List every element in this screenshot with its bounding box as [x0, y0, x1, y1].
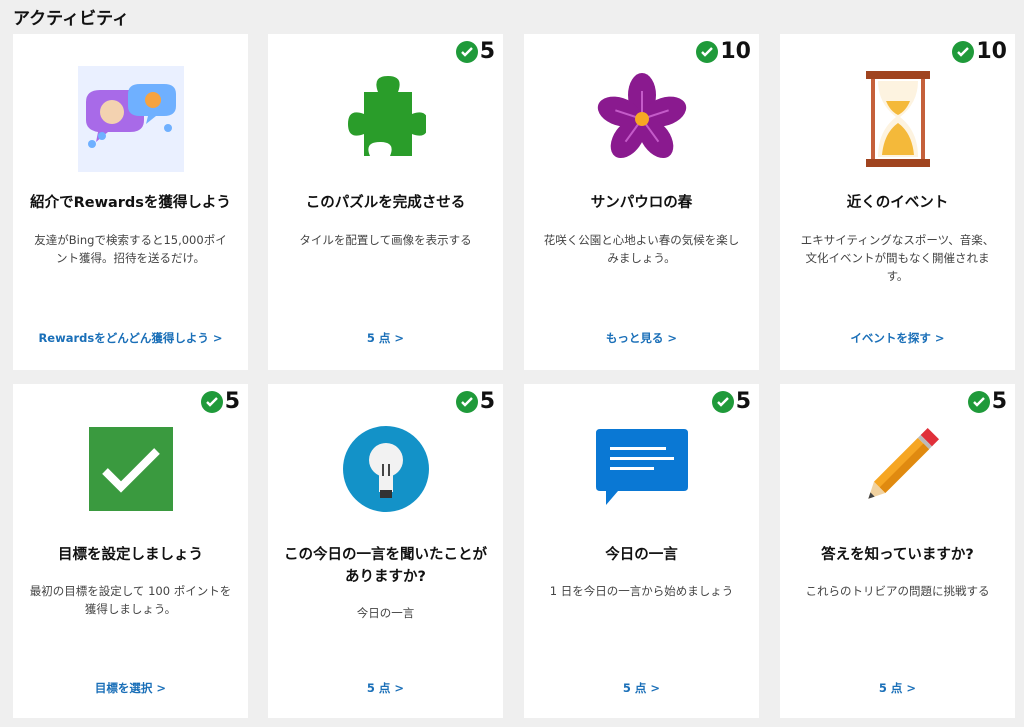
card-link[interactable]: 目標を選択 > — [13, 680, 248, 696]
activity-card-word-quiz[interactable]: 5 この今日の一言を聞いたことがありますか? 今日の一言 5 点 > — [268, 384, 503, 718]
activity-card-goal[interactable]: 5 目標を設定しましょう 最初の目標を設定して 100 ポイントを獲得しましょう… — [13, 384, 248, 718]
card-link[interactable]: 5 点 > — [780, 680, 1015, 696]
activity-card-sao-paulo[interactable]: 10 サンパウロの春 花咲く公園と心地よい春の気候を楽しみましょう。 もっと見る… — [524, 34, 759, 370]
check-circle-icon — [455, 391, 478, 413]
lightbulb-icon — [268, 414, 503, 524]
card-title: 紹介でRewardsを獲得しよう — [30, 195, 231, 211]
points-badge: 10 — [696, 40, 751, 64]
card-description: 最初の目標を設定して 100 ポイントを獲得しましょう。 — [29, 584, 232, 616]
card-title: 目標を設定しましょう — [58, 547, 203, 563]
points-badge: 5 — [200, 389, 240, 414]
card-link[interactable]: 5 点 > — [524, 680, 759, 696]
card-link[interactable]: イベントを探す > — [780, 330, 1015, 346]
badge-points: 5 — [991, 389, 1007, 414]
check-circle-icon — [711, 391, 734, 413]
card-description: これらのトリビアの問題に挑戦する — [805, 584, 990, 598]
badge-points: 5 — [479, 389, 495, 414]
page-title: アクティビティ — [13, 9, 130, 29]
card-title: 近くのイベント — [846, 195, 949, 211]
checkbox-icon — [13, 414, 248, 524]
points-badge: 5 — [455, 389, 495, 414]
activity-card-events[interactable]: 10 近くのイベント エキサイティングなスポーツ、音楽、文化イベントが間もなく開… — [780, 34, 1015, 370]
hourglass-icon — [780, 64, 1015, 174]
check-circle-icon — [952, 41, 975, 63]
card-link[interactable]: Rewardsをどんどん獲得しよう > — [13, 330, 248, 346]
activity-card-word-of-day[interactable]: 5 今日の一言 1 日を今日の一言から始めましょう 5 点 > — [524, 384, 759, 718]
card-link[interactable]: 5 点 > — [268, 680, 503, 696]
card-description: タイルを配置して画像を表示する — [299, 233, 472, 247]
check-circle-icon — [967, 391, 990, 413]
card-description: 友達がBingで検索すると15,000ポイント獲得。招待を送るだけ。 — [34, 233, 227, 265]
card-description: 今日の一言 — [356, 606, 415, 620]
activity-card-trivia[interactable]: 5 答えを知っていますか? これらのトリビアの問題に挑戦する 5 点 > — [780, 384, 1015, 718]
badge-points: 10 — [720, 39, 751, 64]
badge-points: 10 — [976, 39, 1007, 64]
check-circle-icon — [696, 41, 719, 63]
points-badge: 5 — [967, 389, 1007, 414]
card-title: 答えを知っていますか? — [821, 547, 974, 563]
activity-card-puzzle[interactable]: 5 このパズルを完成させる タイルを配置して画像を表示する 5 点 > — [268, 34, 503, 370]
badge-points: 5 — [479, 39, 495, 64]
card-description: 1 日を今日の一言から始めましょう — [549, 584, 734, 598]
check-circle-icon — [200, 391, 223, 413]
activity-card-referral[interactable]: 紹介でRewardsを獲得しよう 友達がBingで検索すると15,000ポイント… — [13, 34, 248, 370]
card-title: サンパウロの春 — [590, 195, 693, 211]
check-circle-icon — [455, 41, 478, 63]
chat-bubbles-illustration — [13, 64, 248, 174]
card-title: このパズルを完成させる — [305, 195, 466, 211]
card-link[interactable]: 5 点 > — [268, 330, 503, 346]
card-description: 花咲く公園と心地よい春の気候を楽しみましょう。 — [543, 233, 740, 265]
badge-points: 5 — [224, 389, 240, 414]
message-icon — [524, 414, 759, 524]
card-title: 今日の一言 — [605, 547, 678, 563]
card-title: この今日の一言を聞いたことがありますか? — [284, 547, 487, 585]
card-link[interactable]: もっと見る > — [524, 330, 759, 346]
pencil-icon — [780, 414, 1015, 524]
puzzle-piece-icon — [268, 64, 503, 174]
badge-points: 5 — [735, 389, 751, 414]
flower-icon — [524, 64, 759, 174]
points-badge: 5 — [455, 39, 495, 64]
points-badge: 5 — [711, 389, 751, 414]
card-description: エキサイティングなスポーツ、音楽、文化イベントが間もなく開催されます。 — [800, 233, 995, 283]
points-badge: 10 — [952, 40, 1007, 64]
